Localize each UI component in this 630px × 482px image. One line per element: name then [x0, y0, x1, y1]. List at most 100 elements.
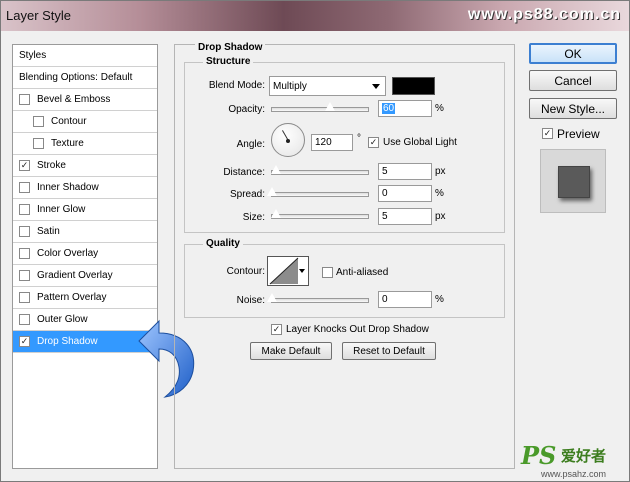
style-checkbox[interactable] — [19, 248, 30, 259]
layer-knocks-out-checkbox[interactable]: ✓ — [271, 324, 282, 335]
quality-title: Quality — [203, 238, 243, 249]
style-item-label: Color Overlay — [37, 248, 99, 259]
size-unit: px — [435, 211, 446, 222]
styles-list: Styles Blending Options: Default Bevel & E… — [12, 44, 158, 469]
distance-unit: px — [435, 166, 446, 177]
angle-dial-icon[interactable] — [271, 123, 305, 157]
style-checkbox[interactable] — [33, 116, 44, 127]
angle-input[interactable]: 120 — [311, 134, 353, 151]
anti-aliased-checkbox[interactable] — [322, 267, 333, 278]
watermark-text: www.ps88.com.cn — [467, 6, 621, 23]
distance-slider-thumb[interactable] — [270, 165, 282, 175]
noise-value: 0 — [382, 294, 388, 305]
distance-input[interactable]: 5 — [378, 163, 432, 180]
style-item-label: Satin — [37, 226, 60, 237]
new-style-button[interactable]: New Style... — [529, 98, 617, 119]
preview-checkbox[interactable]: ✓ — [542, 128, 553, 139]
blend-mode-select[interactable]: Multiply — [269, 76, 386, 96]
window-title: Layer Style — [6, 8, 72, 23]
style-item[interactable]: ✓ Stroke — [13, 155, 157, 177]
size-input[interactable]: 5 — [378, 208, 432, 225]
brand-url: www.psahz.com — [541, 469, 607, 479]
style-checkbox[interactable] — [19, 314, 30, 325]
drop-shadow-panel: Drop Shadow Structure Blend Mode: Multip… — [174, 42, 515, 469]
style-checkbox[interactable] — [19, 182, 30, 193]
layer-knocks-out-label: Layer Knocks Out Drop Shadow — [286, 324, 429, 335]
style-item[interactable]: Color Overlay — [13, 243, 157, 265]
angle-value: 120 — [315, 137, 332, 148]
noise-label: Noise: — [236, 295, 265, 306]
style-item[interactable]: Styles — [13, 45, 157, 67]
quality-group: Quality Contour: Anti-aliased Noise: 0 % — [184, 238, 505, 318]
use-global-light-checkbox[interactable]: ✓ — [368, 137, 379, 148]
distance-value: 5 — [382, 166, 388, 177]
size-slider-thumb[interactable] — [270, 209, 282, 219]
reset-to-default-button[interactable]: Reset to Default — [342, 342, 436, 360]
style-item[interactable]: Blending Options: Default — [13, 67, 157, 89]
dropdown-arrow-icon — [299, 269, 305, 273]
opacity-unit: % — [435, 103, 444, 114]
style-item[interactable]: Inner Glow — [13, 199, 157, 221]
style-checkbox[interactable] — [19, 226, 30, 237]
noise-slider-thumb[interactable] — [266, 293, 278, 303]
style-item-label: Outer Glow — [37, 314, 88, 325]
contour-picker[interactable] — [267, 256, 309, 286]
angle-label: Angle: — [236, 139, 265, 150]
style-item[interactable]: Texture — [13, 133, 157, 155]
style-checkbox[interactable] — [19, 204, 30, 215]
style-item[interactable]: Pattern Overlay — [13, 287, 157, 309]
spread-input[interactable]: 0 — [378, 185, 432, 202]
style-item-label: Pattern Overlay — [37, 292, 107, 303]
style-item-label: Blending Options: Default — [19, 72, 133, 83]
make-default-button[interactable]: Make Default — [250, 342, 332, 360]
preview-swatch — [540, 149, 606, 213]
style-checkbox[interactable] — [33, 138, 44, 149]
opacity-slider-thumb[interactable] — [323, 102, 336, 112]
opacity-input[interactable]: 60 — [378, 100, 432, 117]
shadow-color-swatch[interactable] — [392, 77, 435, 95]
style-item-label: Styles — [19, 50, 47, 61]
cancel-button[interactable]: Cancel — [529, 70, 617, 91]
opacity-slider[interactable] — [271, 102, 369, 112]
opacity-label: Opacity: — [228, 104, 265, 115]
layer-style-dialog: Layer Style www.ps88.com.cn Styles Blendi… — [0, 0, 630, 482]
style-item[interactable]: Inner Shadow — [13, 177, 157, 199]
noise-slider[interactable] — [266, 293, 369, 303]
opacity-value: 60 — [382, 103, 396, 114]
style-item-label: Gradient Overlay — [37, 270, 113, 281]
distance-slider[interactable] — [270, 165, 369, 175]
structure-title: Structure — [203, 56, 254, 67]
contour-label: Contour: — [226, 266, 265, 277]
style-item[interactable]: Satin — [13, 221, 157, 243]
brand-logo-cjk: 爱好者 — [561, 448, 607, 465]
blend-mode-value: Multiply — [273, 81, 307, 92]
style-checkbox[interactable] — [19, 270, 30, 281]
style-item[interactable]: Gradient Overlay — [13, 265, 157, 287]
title-bar: Layer Style www.ps88.com.cn — [1, 1, 629, 31]
noise-input[interactable]: 0 — [378, 291, 432, 308]
style-item-label: Stroke — [37, 160, 66, 171]
branding-logo: PS 爱好者 www.psahz.com — [519, 441, 627, 479]
ok-button[interactable]: OK — [529, 43, 617, 64]
style-checkbox[interactable]: ✓ — [19, 336, 30, 347]
style-checkbox[interactable] — [19, 94, 30, 105]
spread-slider[interactable] — [266, 187, 369, 197]
drop-shadow-title: Drop Shadow — [195, 42, 266, 53]
dropdown-arrow-icon — [372, 84, 380, 89]
checkbox-check-icon: ✓ — [272, 324, 281, 334]
checkbox-check-icon: ✓ — [20, 160, 29, 170]
style-checkbox[interactable]: ✓ — [19, 160, 30, 171]
checkbox-check-icon: ✓ — [20, 336, 29, 346]
style-item[interactable]: Contour — [13, 111, 157, 133]
spread-label: Spread: — [229, 189, 265, 200]
size-value: 5 — [382, 211, 388, 222]
style-item[interactable]: Bevel & Emboss — [13, 89, 157, 111]
distance-label: Distance: — [223, 167, 265, 178]
style-item-label: Drop Shadow — [37, 336, 98, 347]
style-item-label: Inner Glow — [37, 204, 86, 215]
style-checkbox[interactable] — [19, 292, 30, 303]
spread-slider-thumb[interactable] — [266, 187, 278, 197]
preview-label: Preview — [557, 127, 600, 141]
checkbox-check-icon: ✓ — [369, 137, 378, 147]
size-slider[interactable] — [270, 209, 369, 219]
